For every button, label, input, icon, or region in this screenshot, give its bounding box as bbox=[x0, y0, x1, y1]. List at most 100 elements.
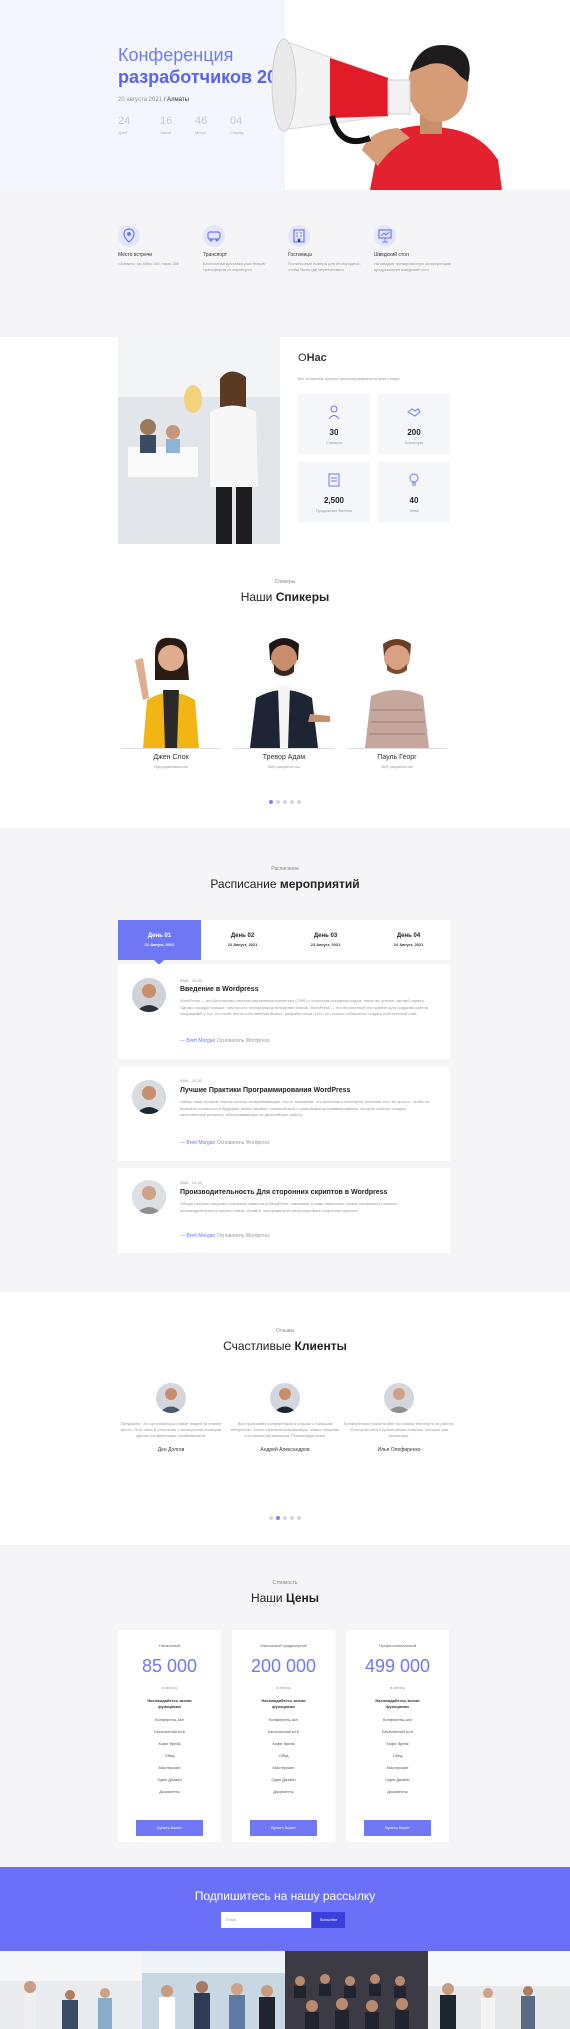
speaker-divider bbox=[347, 748, 447, 749]
testimonial-card: Конференция помогла мне по-новому взглян… bbox=[344, 1383, 454, 1453]
feature-location: Место встречи г.Алматы, пр.Абая 150, офи… bbox=[118, 225, 198, 267]
stat-value: 200 bbox=[407, 428, 421, 437]
plan-feature: Мастерские bbox=[272, 1765, 295, 1770]
event-title[interactable]: Лучшие Практики Программирования WordPre… bbox=[180, 1087, 350, 1094]
carousel-dot[interactable] bbox=[290, 1516, 294, 1520]
speaker-divider bbox=[234, 748, 334, 749]
event-title[interactable]: Производительность Для сторонних скрипто… bbox=[180, 1189, 387, 1196]
countdown-value: 46 bbox=[195, 115, 208, 127]
tab-date: 23 Август, 2021 bbox=[310, 942, 341, 947]
event-time: 9AM - 10:30 bbox=[180, 1180, 202, 1185]
plan-feature: Кофе брейк bbox=[272, 1741, 295, 1746]
carousel-dot[interactable] bbox=[283, 1516, 287, 1520]
event-byline: — Brett Morgan Основатель Wordpress bbox=[180, 1038, 270, 1044]
stat-topics: 40 Темы bbox=[378, 462, 450, 522]
stat-sponsors: 200 Спонсоры bbox=[378, 394, 450, 454]
event-speaker-name[interactable]: Brett Morgan bbox=[186, 1233, 215, 1239]
event-speaker-role: Основатель Wordpress bbox=[216, 1233, 270, 1239]
plan-includes: Наслаждайтесь всеми функциями bbox=[147, 1698, 192, 1709]
location-pin-icon bbox=[118, 225, 140, 247]
testimonial-card: Прекрасно, что организаторы ставят людей… bbox=[116, 1383, 226, 1453]
countdown-hours: 16 Часов bbox=[160, 115, 190, 135]
plan-feature: Кофе брейк bbox=[158, 1741, 181, 1746]
plan-includes: Наслаждайтесь всеми функциями bbox=[261, 1698, 306, 1709]
event-speaker-name[interactable]: Brett Morgan bbox=[186, 1140, 215, 1146]
plan-feature: Мастерские bbox=[158, 1765, 181, 1770]
plan-feature: Документы bbox=[159, 1789, 180, 1794]
stat-value: 40 bbox=[409, 496, 419, 505]
testimonial-card: Всю программу конференции я слушал с бол… bbox=[230, 1383, 340, 1453]
carousel-dot[interactable] bbox=[297, 1516, 301, 1520]
plan-feature: Документы bbox=[387, 1789, 408, 1794]
feature-desc: Бесплатная доставка участников трансферо… bbox=[203, 261, 265, 272]
tab-day-01[interactable]: День 01 21 Август, 2021 bbox=[118, 920, 201, 960]
event-time: 9AM - 10:30 bbox=[180, 1078, 202, 1083]
speaker-name: Джен Слок bbox=[153, 754, 189, 761]
feature-title: Шведский стол bbox=[374, 252, 409, 258]
plan-feature: Один Дизайн bbox=[157, 1777, 182, 1782]
tab-title: День 02 bbox=[230, 933, 255, 939]
hero-section: Конференция разработчиков 2021 20 август… bbox=[0, 0, 570, 190]
plan-price: 200 000 bbox=[250, 1656, 317, 1676]
stat-label: Темы bbox=[408, 508, 420, 513]
byline-dash: — bbox=[180, 1233, 185, 1239]
schedule-small-heading: Расписание bbox=[271, 866, 299, 872]
plan-period: в месяц bbox=[162, 1685, 177, 1690]
tab-title: День 01 bbox=[147, 933, 172, 939]
event-speaker-name[interactable]: Brett Morgan bbox=[186, 1038, 215, 1044]
speaker-card[interactable]: Пауль Георг Веб разработчик bbox=[347, 630, 447, 769]
byline-dash: — bbox=[180, 1038, 185, 1044]
carousel-dot[interactable] bbox=[290, 800, 294, 804]
tab-day-02[interactable]: День 02 22 Август, 2021 bbox=[201, 920, 284, 960]
subscribe-button[interactable]: Subscribe bbox=[312, 1912, 345, 1928]
event-description: Набор таких практик нельзя считать исчер… bbox=[180, 1099, 430, 1117]
pricing-title-prefix: Наши bbox=[250, 1591, 283, 1605]
pricing-card-basic: Начальный 85 000 в месяц Наслаждайтесь в… bbox=[118, 1630, 221, 1842]
newsletter-title: Подпишитесь на нашу рассылку bbox=[194, 1889, 376, 1903]
buy-ticket-button[interactable]: Купить Билет bbox=[136, 1820, 203, 1836]
feature-title: Транспорт bbox=[203, 252, 228, 258]
plan-name: Начальный продвинутый bbox=[260, 1643, 307, 1648]
pricing-card-professional: Профессиональный 499 000 в месяц Наслажд… bbox=[346, 1630, 449, 1842]
hero-date-text: 20 августа 2021 bbox=[118, 97, 163, 103]
about-title-first: О bbox=[298, 352, 307, 364]
carousel-dot[interactable] bbox=[276, 1516, 280, 1520]
plan-feature: Один Дизайн bbox=[271, 1777, 296, 1782]
carousel-dot[interactable] bbox=[297, 800, 301, 804]
pricing-small-heading: Стоимость bbox=[272, 1580, 298, 1586]
speaker-name: Тревор Адам bbox=[262, 754, 306, 761]
countdown-minutes: 46 Минут bbox=[195, 115, 225, 135]
buy-ticket-button[interactable]: Купить Билет bbox=[250, 1820, 317, 1836]
carousel-dot[interactable] bbox=[276, 800, 280, 804]
event-title[interactable]: Введение в Wordpress bbox=[180, 986, 259, 993]
tab-title: День 04 bbox=[396, 933, 421, 939]
carousel-dot[interactable] bbox=[269, 800, 273, 804]
carousel-dot[interactable] bbox=[283, 800, 287, 804]
speaker-divider bbox=[121, 748, 221, 749]
newsletter-email-input[interactable]: Email bbox=[221, 1912, 311, 1928]
countdown-value: 04 bbox=[230, 115, 243, 127]
event-speaker-avatar bbox=[132, 1180, 166, 1214]
about-title: ОНас bbox=[298, 352, 327, 364]
speaker-card[interactable]: Джен Слок Предприниматель bbox=[121, 630, 221, 769]
handshake-icon bbox=[407, 408, 421, 417]
feature-desc: На каждую тренировочную конференцию пред… bbox=[374, 261, 452, 272]
buy-ticket-button[interactable]: Купить Билет bbox=[364, 1820, 431, 1836]
stat-value: 30 bbox=[329, 428, 339, 437]
testimonial-text: Прекрасно, что организаторы ставят людей… bbox=[120, 1421, 222, 1438]
hero-title-line1: Конференция bbox=[118, 45, 234, 65]
tab-date: 24 Август, 2021 bbox=[393, 942, 424, 947]
event-time: 9AM - 10:30 bbox=[180, 978, 202, 983]
testimonials-carousel-dots bbox=[0, 1507, 570, 1525]
speaker-name: Пауль Георг bbox=[377, 754, 417, 761]
hero-megaphone-image bbox=[271, 38, 502, 190]
carousel-dot[interactable] bbox=[269, 1516, 273, 1520]
tab-day-04[interactable]: День 04 24 Август, 2021 bbox=[367, 920, 450, 960]
speaker-card[interactable]: Тревор Адам Веб разработчик bbox=[234, 630, 334, 769]
tab-day-03[interactable]: День 03 23 Август, 2021 bbox=[284, 920, 367, 960]
schedule-tabs: День 01 21 Август, 2021 День 02 22 Авгус… bbox=[118, 920, 450, 960]
testimonial-text: Всю программу конференции я слушал с бол… bbox=[230, 1421, 340, 1438]
plan-feature: Конференц-зал bbox=[383, 1717, 412, 1722]
about-photo bbox=[118, 337, 280, 544]
about-subtitle: Мы собираем лучших проектировщиков из вс… bbox=[298, 376, 400, 381]
